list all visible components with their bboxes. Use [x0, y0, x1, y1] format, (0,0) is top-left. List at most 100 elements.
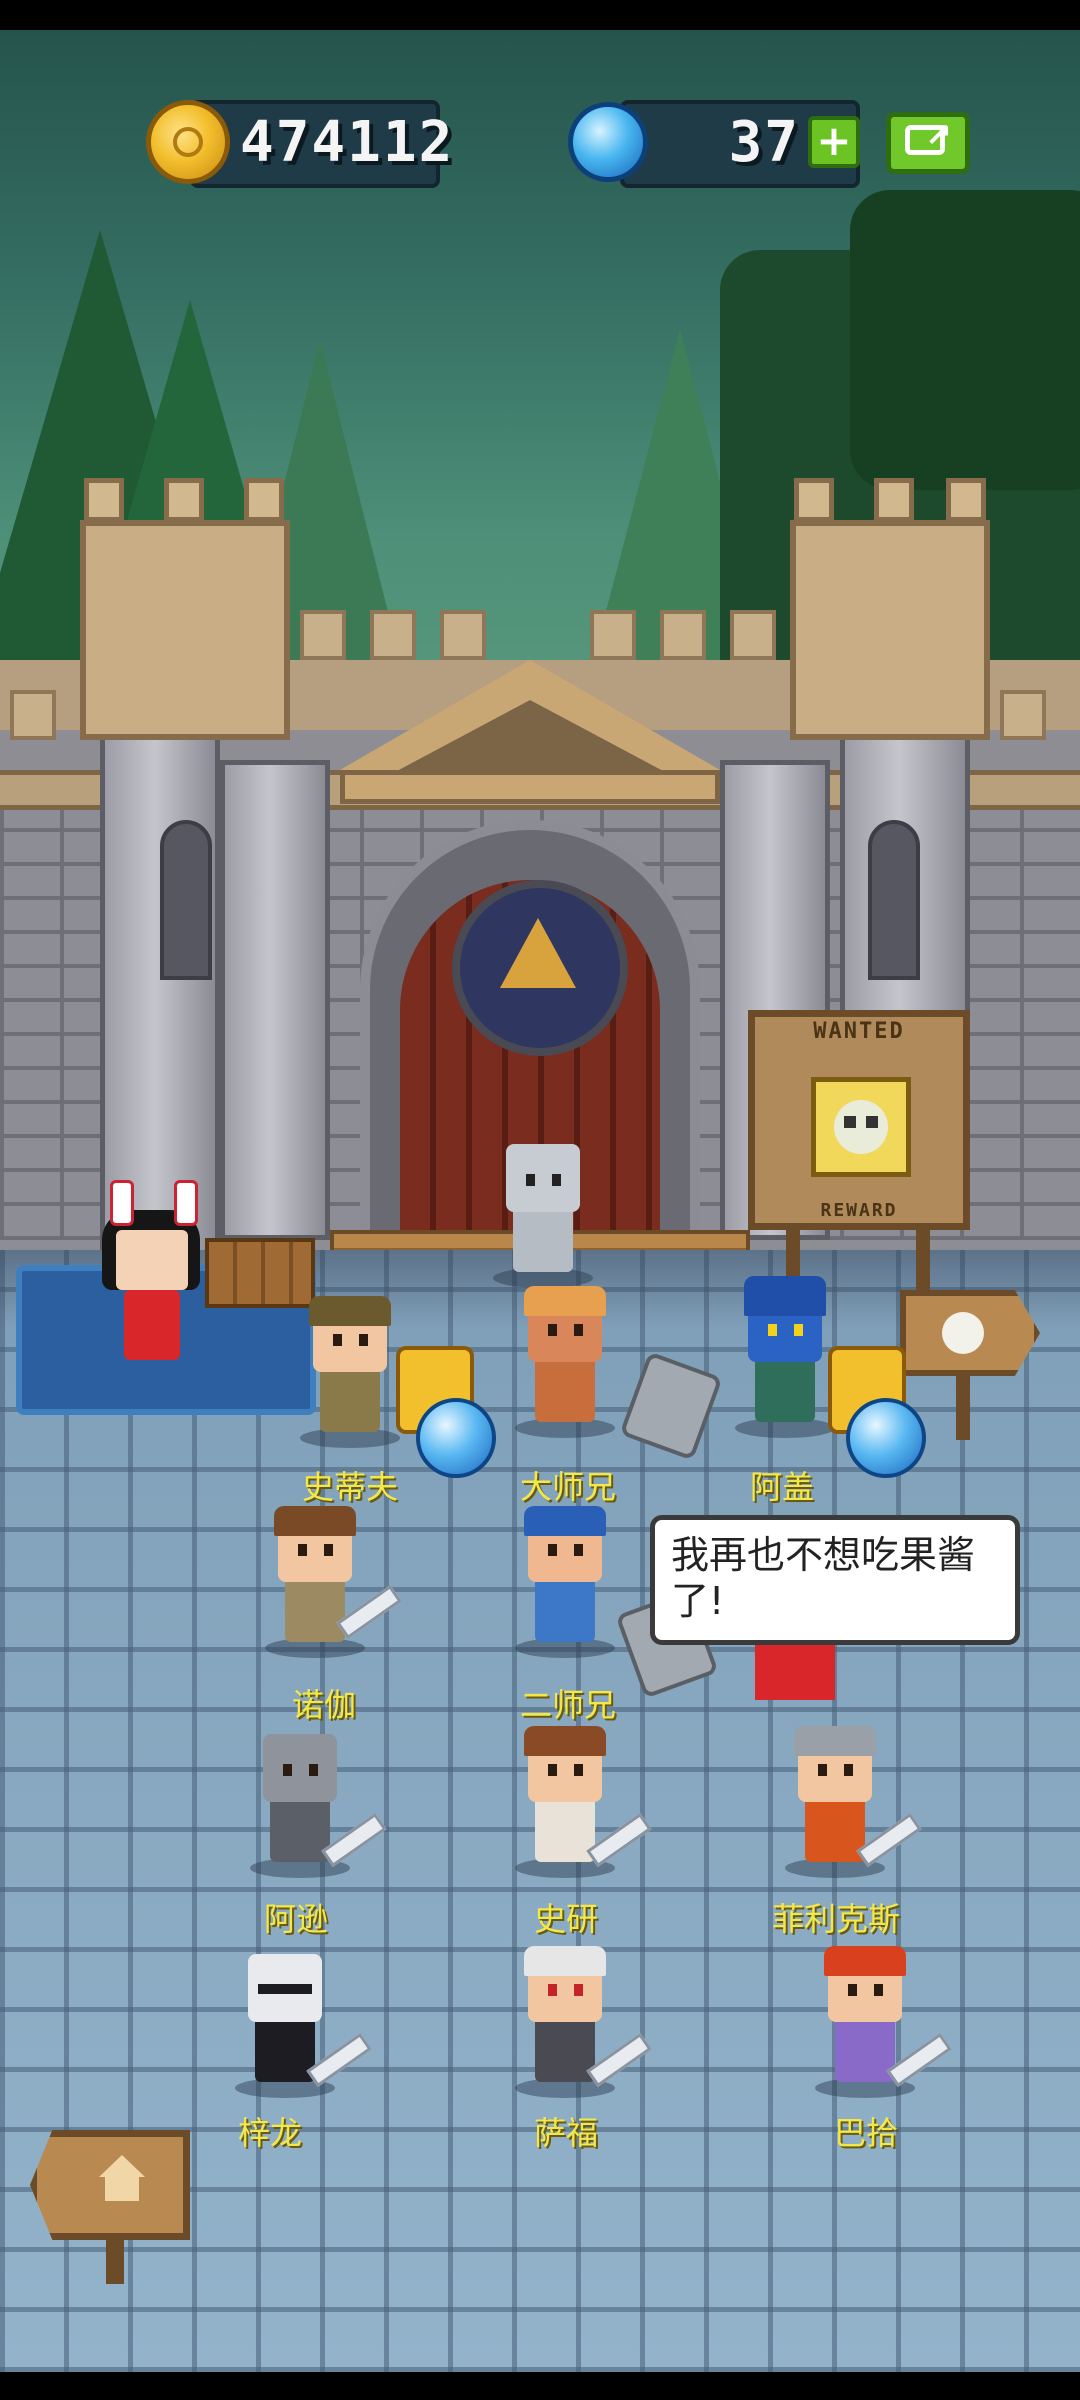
skull-eye [844, 1116, 856, 1128]
tower-crenel [794, 478, 834, 522]
battlement [370, 610, 416, 660]
home-roof [99, 2155, 145, 2177]
hero-name: 萨福 [533, 2114, 598, 2152]
hero-body [320, 1362, 380, 1432]
hero-hair [824, 1946, 906, 1976]
gem-icon [568, 102, 648, 182]
hero-hair [274, 1506, 356, 1536]
hero-name: 梓龙 [237, 2114, 302, 2152]
battlement [300, 610, 346, 660]
home-body [105, 2177, 139, 2201]
battlement [730, 610, 776, 660]
battlement [440, 610, 486, 660]
eye [794, 1324, 803, 1336]
triangle-emblem-icon [500, 918, 576, 988]
gate-pediment-inner [380, 700, 680, 780]
eye [548, 1324, 557, 1336]
npc-face [116, 1230, 188, 1290]
status-bar [0, 0, 1080, 30]
eye [526, 1174, 535, 1186]
tower-crenel [946, 478, 986, 522]
eye [574, 1764, 583, 1776]
tower-crenel [874, 478, 914, 522]
eye [548, 1984, 557, 1996]
eye [768, 1324, 777, 1336]
hero-cap [524, 1506, 606, 1536]
hero-crown [524, 1286, 606, 1316]
hero-zilong[interactable] [210, 1940, 372, 2110]
visor [258, 1984, 312, 1994]
bunny-ear-left [110, 1180, 134, 1226]
add-gems-button[interactable]: + [808, 116, 860, 168]
battlement [590, 610, 636, 660]
eye [552, 1174, 561, 1186]
skull-eye [866, 1116, 878, 1128]
hero-hair [524, 1946, 606, 1976]
helmet [263, 1734, 337, 1802]
hero-body [755, 1352, 815, 1422]
tower-window [868, 820, 920, 980]
eye [818, 1764, 827, 1776]
inner-left-tower [220, 760, 330, 1240]
hero-bashi[interactable] [790, 1940, 952, 2110]
hero-safu[interactable] [490, 1940, 652, 2110]
hero-ershixiong[interactable] [490, 1500, 640, 1670]
hero-nuojia[interactable] [240, 1500, 402, 1670]
hero-name: 阿逊 [263, 1900, 328, 1938]
eye [574, 1324, 583, 1336]
wanted-board[interactable]: WANTED REWARD [748, 1010, 970, 1230]
eye [548, 1764, 557, 1776]
eye [309, 1764, 318, 1776]
hero-name: 史研 [533, 1900, 598, 1938]
hero-axun[interactable] [225, 1720, 387, 1890]
battlement [10, 690, 56, 740]
eye [359, 1334, 368, 1346]
eye [874, 1984, 883, 1996]
hero-hat [309, 1296, 391, 1326]
eye [324, 1544, 333, 1556]
left-tower-top [80, 520, 290, 740]
tower-window [160, 820, 212, 980]
hero-name: 菲利克斯 [771, 1900, 900, 1938]
skull-crossbones-sign[interactable] [900, 1290, 1040, 1376]
navigation-bar [0, 2372, 1080, 2400]
hero-felix[interactable] [760, 1720, 922, 1890]
game-screen: WANTED REWARD 474112 37 + ↗ 史蒂夫 大师兄 阿盖 诺… [0, 0, 1080, 2400]
eye [548, 1544, 557, 1556]
npc-dress [124, 1290, 180, 1360]
home-button[interactable] [30, 2130, 190, 2240]
tower-crenel [244, 478, 284, 522]
bunny-girl-npc[interactable] [96, 1180, 206, 1370]
hero-dashixiong[interactable] [490, 1280, 640, 1450]
helmet [506, 1144, 580, 1212]
gate-guard-knight[interactable] [468, 1130, 618, 1300]
eye [844, 1764, 853, 1776]
hero-name: 巴拾 [833, 2114, 898, 2152]
share-arrow-icon: ↗ [925, 116, 952, 154]
right-tower-top [790, 520, 990, 740]
bunny-ear-right [174, 1180, 198, 1226]
armor [513, 1202, 573, 1272]
speech-bubble: 我再也不想吃果酱了! [650, 1515, 1020, 1645]
tower-crenel [164, 478, 204, 522]
tree-canopy [850, 190, 1080, 490]
wanted-portrait [811, 1077, 911, 1177]
gate-lintel [340, 770, 720, 804]
skull-icon [834, 1100, 888, 1154]
gem-amount: 37 [728, 110, 800, 175]
share-button[interactable]: ↗ [886, 112, 970, 174]
hero-body [535, 1572, 595, 1642]
hero-spiky-hair [744, 1276, 826, 1316]
battlement [660, 610, 706, 660]
eye [848, 1984, 857, 1996]
eye [574, 1544, 583, 1556]
eye [574, 1984, 583, 1996]
hero-hair [524, 1726, 606, 1756]
hero-name: 阿盖 [749, 1468, 814, 1506]
gold-amount: 474112 [240, 110, 455, 175]
eye [333, 1334, 342, 1346]
coin-icon [146, 100, 230, 184]
home-icon [99, 2155, 145, 2203]
hero-shiyan[interactable] [490, 1720, 652, 1890]
coin-emblem [173, 127, 203, 157]
